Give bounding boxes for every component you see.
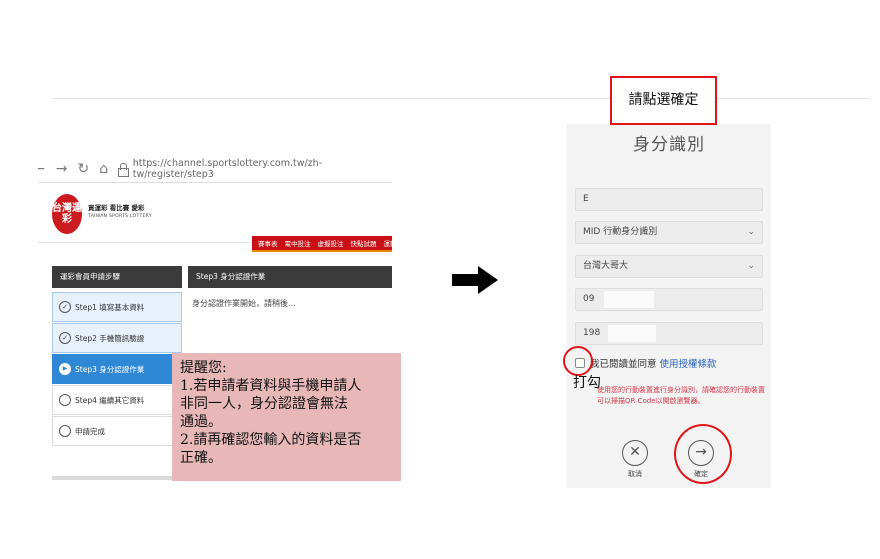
check-icon: ✓: [59, 301, 71, 313]
tick-label: 打勾: [573, 375, 601, 391]
forward-arrow-icon[interactable]: →: [56, 161, 68, 177]
brand-subtitle: TAIWAN SPORTS LOTTERY: [88, 214, 152, 219]
chevron-down-icon: ⌄: [747, 261, 755, 271]
chevron-down-icon: ⌄: [747, 227, 755, 237]
phone-number-value: 09: [583, 294, 595, 304]
red-menu-item[interactable]: 賽事表: [258, 238, 278, 248]
note-line: 通過。: [180, 414, 222, 430]
red-menu-item[interactable]: 運動數據: [384, 238, 393, 248]
refresh-icon[interactable]: ↻: [77, 161, 89, 177]
note-line: 2.請再確認您輸入的資料是否: [180, 432, 362, 448]
address-bar-divider: [38, 182, 392, 183]
step-label: Step1 填寫基本資料: [75, 303, 145, 312]
circle-icon: [59, 394, 71, 406]
redaction-mask: [604, 291, 654, 308]
step-5[interactable]: 申請完成: [52, 416, 182, 446]
url-text[interactable]: https://channel.sportslottery.com.tw/zh-…: [133, 158, 392, 180]
brand-nav-text: 買運彩 看比賽 愛彩: [88, 204, 145, 212]
confirm-callout: 請點選確定: [610, 76, 717, 125]
redaction-mask: [608, 325, 656, 342]
top-divider: [52, 98, 870, 99]
step-label: Step3 身分認證作業: [75, 365, 145, 374]
note-line: 正確。: [180, 450, 222, 466]
home-icon[interactable]: ⌂: [99, 161, 108, 177]
warning-text: 使用您的行動裝置進行身分識別，請確認您的行動裝置可以掃描QR Code以開啟瀏覽…: [597, 386, 765, 405]
red-menu-bar: 賽事表 電中投注 虛擬投注 快點試題 運動數據: [252, 236, 392, 252]
id-number-value: E: [583, 194, 589, 204]
note-line: 1.若申請者資料與手機申請人: [180, 378, 362, 394]
address-bar: − → ↻ ⌂ https://channel.sportslottery.co…: [38, 156, 392, 182]
steps-header: 運彩會員申請步驟: [52, 266, 182, 288]
red-menu-item[interactable]: 虛擬投注: [318, 238, 344, 248]
content-text: 身分認證作業開始，請稍後...: [192, 299, 296, 308]
red-menu-item[interactable]: 快點試題: [351, 238, 377, 248]
step-2[interactable]: ✓ Step2 手機簡訊驗證: [52, 323, 182, 353]
birth-date-value: 198: [583, 328, 601, 338]
play-icon: ▶: [59, 363, 71, 375]
check-icon: ✓: [59, 332, 71, 344]
step-label: 申請完成: [75, 427, 105, 436]
carrier-select[interactable]: 台灣大哥大 ⌄: [575, 255, 763, 278]
id-type-select[interactable]: MID 行動身分識別 ⌄: [575, 221, 763, 244]
cancel-label: 取消: [628, 470, 642, 478]
identity-verification-screen: 身分識別 E MID 行動身分識別 ⌄ 台灣大哥大 ⌄ 09 198 我已閱讀並…: [567, 124, 771, 488]
step-label: Step2 手機簡訊驗證: [75, 334, 145, 343]
id-number-field[interactable]: E: [575, 188, 763, 211]
birth-date-field[interactable]: 198: [575, 322, 763, 345]
confirm-highlight-circle: [674, 424, 732, 484]
terms-link[interactable]: 使用授權條款: [660, 356, 717, 370]
phone-number-field[interactable]: 09: [575, 288, 763, 311]
cancel-button[interactable]: ✕ 取消: [615, 440, 655, 479]
reminder-note: 提醒您: 1.若申請者資料與手機申請人 非同一人，身分認證會無法 通過。 2.請…: [172, 353, 401, 481]
right-arrow-icon: [452, 266, 498, 294]
id-type-value: MID 行動身分識別: [583, 227, 658, 237]
content-header: Step3 身分認證作業: [188, 266, 392, 288]
note-line: 提醒您:: [180, 360, 227, 376]
step-1[interactable]: ✓ Step1 填寫基本資料: [52, 292, 182, 322]
consent-row: 我已閱讀並同意 使用授權條款: [575, 356, 717, 370]
back-arrow-icon[interactable]: −: [38, 161, 46, 177]
phone-title: 身分識別: [633, 135, 705, 155]
close-icon: ✕: [622, 440, 648, 466]
lock-icon: [118, 163, 129, 177]
step-3[interactable]: ▶ Step3 身分認證作業: [52, 354, 182, 384]
note-line: 非同一人，身分認證會無法: [180, 396, 348, 412]
red-menu-item[interactable]: 電中投注: [285, 238, 311, 248]
step-4[interactable]: Step4 繼續其它資料: [52, 385, 182, 415]
carrier-value: 台灣大哥大: [583, 261, 629, 271]
sports-lottery-logo[interactable]: 台灣運彩: [52, 194, 82, 234]
step-label: Step4 繼續其它資料: [75, 396, 145, 405]
consent-text: 我已閱讀並同意: [590, 359, 657, 370]
circle-icon: [59, 425, 71, 437]
